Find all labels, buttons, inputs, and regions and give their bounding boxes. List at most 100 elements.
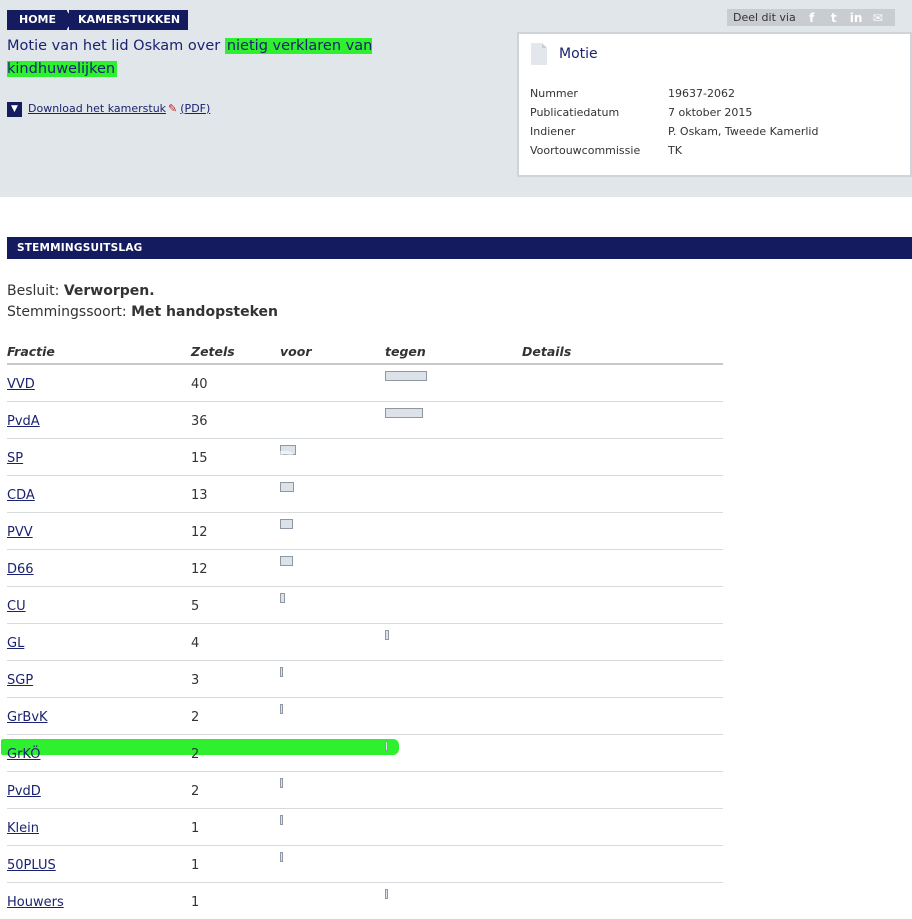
header-fractie: Fractie [7,343,55,359]
table-row: D66 12 [7,550,723,587]
download-row: ▼ Download het kamerstuk ✎ (PDF) [7,99,210,117]
seats-value: 3 [191,673,200,688]
title-prefix: Motie van het lid Oskam over [7,38,225,54]
vote-bar-voor [280,445,296,455]
download-format-link[interactable]: (PDF) [180,102,210,115]
meta-list: Nummer 19637-2062 Publicatiedatum 7 oktobe… [530,84,818,160]
table-row: PvdD 2 [7,772,723,809]
party-link[interactable]: GrKÖ [7,747,40,762]
party-link[interactable]: D66 [7,562,34,577]
vote-bar-tegen [385,889,388,899]
header-tegen: tegen [385,343,426,359]
vote-bar-voor [280,667,283,677]
meta-key: Nummer [530,87,578,100]
seats-value: 12 [191,525,208,540]
meta-value: 19637-2062 [668,87,735,100]
party-link[interactable]: CU [7,599,26,614]
breadcrumb-kamerstukken[interactable]: KAMERSTUKKEN [66,10,189,30]
table-body: VVD 40 PvdA 36 SP 15 CDA 13 PVV 12 D66 12 CU 5 GL 4 SGP 3… [1,365,723,919]
party-link[interactable]: PvdD [7,784,41,799]
share-label: Deel dit via [733,11,796,24]
meta-value: P. Oskam, Tweede Kamerlid [668,125,819,138]
seats-value: 2 [191,747,200,762]
table-row: GL 4 [7,624,723,661]
vote-bar-voor [280,519,293,529]
meta-row: Indiener P. Oskam, Tweede Kamerlid [530,122,818,141]
party-link[interactable]: VVD [7,377,35,392]
highlight-marker [1,739,399,755]
vote-table: Fractie Zetels voor tegen Details VVD 40 P… [1,339,723,919]
table-row: SP 15 [7,439,723,476]
table-row: Klein 1 [7,809,723,846]
linkedin-icon[interactable]: in [850,11,863,25]
breadcrumb: HOME KAMERSTUKKEN [7,10,189,30]
download-icon[interactable]: ▼ [7,102,22,117]
seats-value: 2 [191,710,200,725]
table-header: Fractie Zetels voor tegen Details [7,339,723,365]
stemmingssoort-value: Met handopsteken [131,304,279,320]
vote-bar-tegen [385,408,423,418]
chevron-right-icon [66,10,75,30]
party-link[interactable]: SGP [7,673,33,688]
twitter-icon[interactable]: t [828,11,840,25]
seats-value: 36 [191,414,208,429]
meta-key: Indiener [530,125,576,138]
party-link[interactable]: Klein [7,821,39,836]
mail-icon[interactable]: ✉ [872,11,884,25]
table-row: PVV 12 [7,513,723,550]
meta-row: Nummer 19637-2062 [530,84,818,103]
party-link[interactable]: GL [7,636,24,651]
breadcrumb-kamerstukken-label: KAMERSTUKKEN [78,13,181,26]
stemmingssoort-line: Stemmingssoort: Met handopsteken [7,302,278,323]
seats-value: 13 [191,488,208,503]
vote-bar-tegen [385,630,389,640]
share-bar: Deel dit via f t in ✉ [727,9,895,26]
table-row: CU 5 [7,587,723,624]
party-link[interactable]: SP [7,451,23,466]
stemmingssoort-label: Stemmingssoort: [7,304,127,320]
breadcrumb-home[interactable]: HOME [7,10,75,30]
besluit-value: Verworpen. [63,283,155,299]
facebook-icon[interactable]: f [806,11,818,25]
party-link[interactable]: Houwers [7,895,64,910]
page-title: Motie van het lid Oskam over nietig verk… [7,35,477,81]
document-icon [531,43,547,65]
besluit-label: Besluit: [7,283,60,299]
party-link[interactable]: 50PLUS [7,858,56,873]
breadcrumb-home-label: HOME [19,13,57,26]
vote-bar-voor [280,593,285,603]
vote-bar-voor [280,778,283,788]
meta-key: Voortouwcommissie [530,144,641,157]
party-link[interactable]: PvdA [7,414,40,429]
header-zetels: Zetels [191,343,235,359]
vote-bar-voor [280,815,283,825]
meta-row: Voortouwcommissie TK [530,141,818,160]
table-row: 50PLUS 1 [7,846,723,883]
card-header: Motie [531,43,598,65]
table-row: PvdA 36 [7,402,723,439]
meta-value: 7 oktober 2015 [668,106,753,119]
vote-bar-voor [280,556,293,566]
seats-value: 1 [191,858,200,873]
pdf-icon: ✎ [168,101,178,115]
party-link[interactable]: CDA [7,488,35,503]
vote-bar-voor [280,852,283,862]
download-link[interactable]: Download het kamerstuk [28,102,166,115]
header-details: Details [522,343,572,359]
besluit-line: Besluit: Verworpen. [7,281,278,302]
table-row: VVD 40 [7,365,723,402]
seats-value: 1 [191,895,200,910]
seats-value: 2 [191,784,200,799]
meta-row: Publicatiedatum 7 oktober 2015 [530,103,818,122]
table-row: Houwers 1 [7,883,723,919]
seats-value: 40 [191,377,208,392]
table-row: SGP 3 [7,661,723,698]
seats-value: 1 [191,821,200,836]
vote-bar-tegen [385,371,427,381]
vote-bar-voor [280,482,294,492]
seats-value: 12 [191,562,208,577]
header-voor: voor [280,343,312,359]
party-link[interactable]: GrBvK [7,710,48,725]
party-link[interactable]: PVV [7,525,33,540]
meta-value: TK [668,144,682,157]
